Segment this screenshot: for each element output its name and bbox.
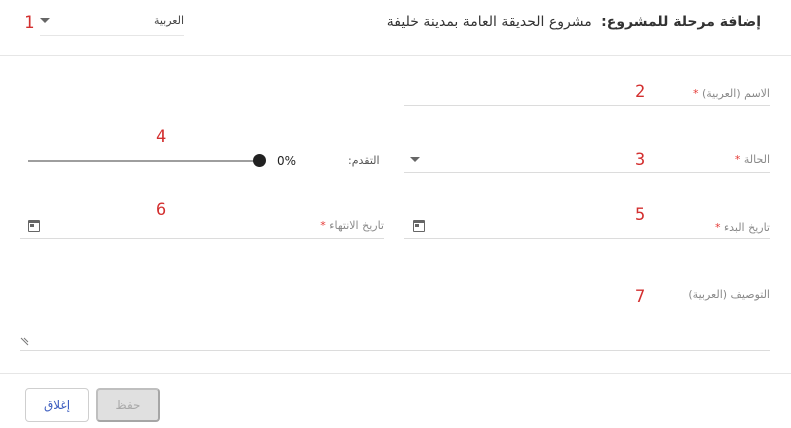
required-marker: * — [692, 87, 699, 100]
required-marker: * — [714, 221, 721, 234]
status-label: الحالة * — [734, 153, 770, 166]
save-button[interactable]: حفظ — [96, 388, 160, 422]
annotation-1: 1 — [24, 13, 35, 33]
chevron-down-icon — [410, 157, 420, 162]
name-field[interactable]: الاسم (العربية) * — [404, 80, 770, 106]
required-marker: * — [734, 153, 741, 166]
dialog-title: إضافة مرحلة للمشروع: مشروع الحديقة العام… — [387, 14, 761, 30]
progress-slider-thumb[interactable] — [253, 154, 266, 167]
progress-slider[interactable] — [28, 160, 260, 162]
annotation-4: 4 — [156, 127, 167, 147]
language-select[interactable]: العربية — [40, 10, 184, 36]
description-label: التوصيف (العربية) — [688, 288, 770, 301]
calendar-icon[interactable] — [28, 220, 40, 232]
name-label: الاسم (العربية) * — [692, 87, 770, 100]
status-select[interactable]: الحالة * — [404, 148, 770, 173]
end-date-label: تاريخ الانتهاء * — [320, 219, 384, 232]
chevron-down-icon — [40, 18, 50, 23]
required-marker: * — [320, 219, 326, 232]
language-select-value: العربية — [153, 14, 184, 27]
project-name: مشروع الحديقة العامة بمدينة خليفة — [386, 14, 592, 30]
dialog-header: إضافة مرحلة للمشروع: مشروع الحديقة العام… — [0, 0, 791, 56]
progress-value: 0% — [277, 154, 297, 168]
title-prefix: إضافة مرحلة للمشروع: — [601, 14, 761, 30]
description-textarea[interactable]: التوصيف (العربية) — [20, 280, 770, 351]
resize-handle-icon[interactable] — [20, 337, 29, 346]
progress-label: التقدم: — [348, 154, 380, 167]
footer-divider — [0, 373, 791, 374]
start-date-field[interactable]: تاريخ البدء * — [404, 212, 770, 239]
calendar-icon[interactable] — [413, 220, 425, 232]
start-date-label: تاريخ البدء * — [714, 221, 770, 234]
end-date-field[interactable]: تاريخ الانتهاء * — [20, 212, 384, 239]
close-button[interactable]: إغلاق — [25, 388, 89, 422]
